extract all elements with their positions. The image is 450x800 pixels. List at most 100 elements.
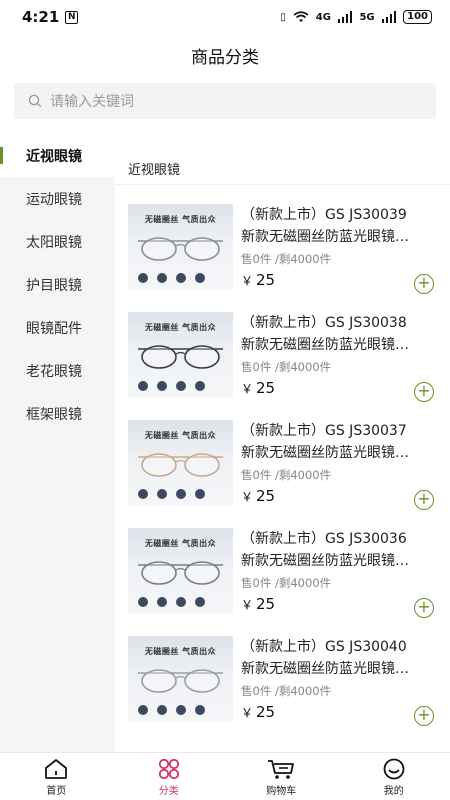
product-stock: 售0件 /剩4000件 [241,360,332,374]
status-left: 4:21 N [22,8,79,26]
glasses-image [138,669,223,693]
cart-icon [268,760,295,779]
add-to-cart-button[interactable]: + [414,382,434,402]
search-icon [28,94,42,108]
product-title-line2[interactable]: 新款无磁圈丝防蓝光眼镜… [241,442,441,464]
glasses-image [138,561,223,585]
add-to-cart-button[interactable]: + [414,490,434,510]
home-icon [45,759,68,779]
product-list: 无磁圈丝 气质出众 （新款上市）GS JS30039 新款无磁圈丝防蓝光眼镜… 售0件… [115,185,450,726]
currency-symbol: ￥ [241,706,254,720]
product-title-line1[interactable]: （新款上市）GS JS30038 [241,312,441,334]
product-item[interactable]: 无磁圈丝 气质出众 （新款上市）GS JS30037 新款无磁圈丝防蓝光眼镜… 售0件… [115,401,450,510]
price-value: 25 [256,595,276,613]
nfc-icon: N [65,10,79,24]
product-title-line1[interactable]: （新款上市）GS JS30040 [241,636,441,658]
status-bar: 4:21 N ▯ 4G 5G 100 [0,0,450,34]
currency-symbol: ￥ [241,274,254,288]
add-to-cart-button[interactable]: + [414,598,434,618]
thumbnail-caption: 无磁圈丝 气质出众 [144,431,217,440]
feature-badges [138,597,205,607]
sidebar-item-label: 运动眼镜 [26,191,82,208]
add-to-cart-button[interactable]: + [414,274,434,294]
product-stock: 售0件 /剩4000件 [241,252,332,266]
sidebar-item-myopia[interactable]: 近视眼镜 [0,134,115,177]
product-price: ￥ 25 [241,379,275,397]
product-list-panel: 近视眼镜 无磁圈丝 气质出众 （新款上市）GS JS30039 新款无磁圈丝防蓝光眼… [115,134,450,752]
product-price: ￥ 25 [241,487,275,505]
currency-symbol: ￥ [241,382,254,396]
tab-label: 我的 [383,786,404,797]
plus-icon: + [417,489,431,508]
thumbnail-caption: 无磁圈丝 气质出众 [144,539,217,548]
product-title-line1[interactable]: （新款上市）GS JS30037 [241,420,441,442]
signal-label-1: 4G [315,11,331,23]
status-time: 4:21 [22,8,60,26]
bottom-tab-bar: 首页 分类 购物车 我的 [0,752,450,800]
thumbnail-caption: 无磁圈丝 气质出众 [144,647,217,656]
sidebar-item-label: 近视眼镜 [26,148,82,165]
profile-icon [383,758,405,780]
product-item[interactable]: 无磁圈丝 气质出众 （新款上市）GS JS30039 新款无磁圈丝防蓝光眼镜… 售0件… [115,185,450,294]
sidebar-item-reading[interactable]: 老花眼镜 [0,349,115,392]
tab-label: 分类 [158,786,179,797]
product-item[interactable]: 无磁圈丝 气质出众 （新款上市）GS JS30036 新款无磁圈丝防蓝光眼镜… 售0件… [115,509,450,618]
price-value: 25 [256,379,276,397]
plus-icon: + [417,597,431,616]
sidebar-item-sunglasses[interactable]: 太阳眼镜 [0,220,115,263]
sidebar-item-label: 框架眼镜 [26,406,82,423]
product-thumbnail[interactable]: 无磁圈丝 气质出众 [128,528,233,614]
signal-icon-1 [337,11,353,23]
sidebar-item-sports[interactable]: 运动眼镜 [0,177,115,220]
product-thumbnail[interactable]: 无磁圈丝 气质出众 [128,420,233,506]
currency-symbol: ￥ [241,490,254,504]
sidebar-item-label: 老花眼镜 [26,363,82,380]
glasses-image [138,453,223,477]
feature-badges [138,705,205,715]
wifi-icon [293,11,309,22]
tab-cart[interactable]: 购物车 [225,753,338,800]
plus-icon: + [417,273,431,292]
product-price: ￥ 25 [241,271,275,289]
add-to-cart-button[interactable]: + [414,706,434,726]
search-input[interactable]: 请输入关键词 [14,83,436,119]
glasses-image [138,237,223,261]
product-thumbnail[interactable]: 无磁圈丝 气质出众 [128,312,233,398]
sidebar-item-label: 眼镜配件 [26,320,82,337]
product-thumbnail[interactable]: 无磁圈丝 气质出众 [128,636,233,722]
glasses-image [138,345,223,369]
product-item[interactable]: 无磁圈丝 气质出众 （新款上市）GS JS30038 新款无磁圈丝防蓝光眼镜… 售0件… [115,293,450,402]
category-sidebar: 近视眼镜 运动眼镜 太阳眼镜 护目眼镜 眼镜配件 老花眼镜 框架眼镜 [0,134,115,752]
tab-profile[interactable]: 我的 [338,753,450,800]
price-value: 25 [256,703,276,721]
feature-badges [138,273,205,283]
sidebar-item-accessories[interactable]: 眼镜配件 [0,306,115,349]
product-title-line2[interactable]: 新款无磁圈丝防蓝光眼镜… [241,550,441,572]
feature-badges [138,489,205,499]
sidebar-item-goggles[interactable]: 护目眼镜 [0,263,115,306]
sidebar-item-label: 护目眼镜 [26,277,82,294]
search-placeholder: 请输入关键词 [50,94,134,110]
product-title-line1[interactable]: （新款上市）GS JS30036 [241,528,441,550]
category-heading: 近视眼镜 [115,134,450,185]
product-item[interactable]: 无磁圈丝 气质出众 （新款上市）GS JS30040 新款无磁圈丝防蓝光眼镜… 售0件… [115,617,450,726]
price-value: 25 [256,271,276,289]
product-title-line1[interactable]: （新款上市）GS JS30039 [241,204,441,226]
product-price: ￥ 25 [241,595,275,613]
product-stock: 售0件 /剩4000件 [241,576,332,590]
product-title-line2[interactable]: 新款无磁圈丝防蓝光眼镜… [241,334,441,356]
sidebar-item-label: 太阳眼镜 [26,234,82,251]
product-title-line2[interactable]: 新款无磁圈丝防蓝光眼镜… [241,226,441,248]
product-title-line2[interactable]: 新款无磁圈丝防蓝光眼镜… [241,658,441,680]
product-stock: 售0件 /剩4000件 [241,684,332,698]
thumbnail-caption: 无磁圈丝 气质出众 [144,323,217,332]
tab-home[interactable]: 首页 [0,753,113,800]
tab-category[interactable]: 分类 [113,753,226,800]
category-icon [158,758,179,780]
product-thumbnail[interactable]: 无磁圈丝 气质出众 [128,204,233,290]
price-value: 25 [256,487,276,505]
tab-label: 购物车 [266,786,297,797]
page-title: 商品分类 [191,47,259,68]
vibrate-icon: ▯ [280,11,286,23]
sidebar-item-frames[interactable]: 框架眼镜 [0,392,115,435]
